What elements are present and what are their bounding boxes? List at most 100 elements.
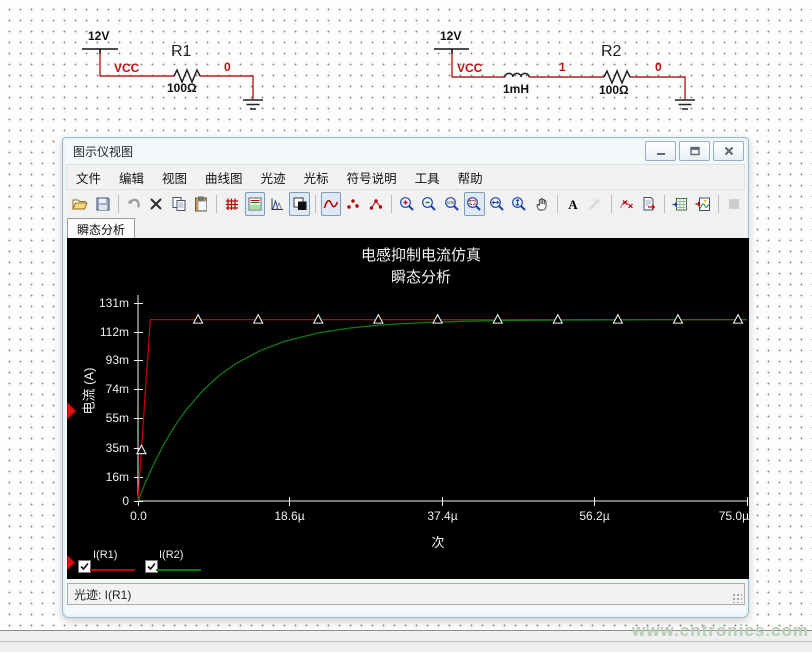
l1-value-label: 1mH xyxy=(503,82,529,96)
menu-item-2[interactable]: 视图 xyxy=(153,166,196,189)
tab-strip: 瞬态分析 xyxy=(66,218,745,239)
black-white-button[interactable] xyxy=(289,192,309,216)
toolbar-separator xyxy=(664,195,665,213)
open-button[interactable] xyxy=(70,192,90,216)
toolbar-separator xyxy=(611,195,612,213)
inductor-l1[interactable] xyxy=(505,73,529,77)
y-tick-1: 16m xyxy=(67,470,129,484)
net-vcc2-label: VCC xyxy=(457,61,482,75)
zoom-in-icon xyxy=(399,196,415,212)
ground-symbol-1[interactable] xyxy=(243,100,263,109)
legend-button[interactable] xyxy=(245,192,265,216)
net-vcc1-label: VCC xyxy=(114,61,139,75)
y-tick-2: 35m xyxy=(67,441,129,455)
grid-icon xyxy=(224,196,240,212)
toolbar-separator xyxy=(718,195,719,213)
zoom-area-button[interactable] xyxy=(464,192,484,216)
chart-area[interactable]: 电感抑制电流仿真 瞬态分析 电流 (A) 次 I(R1) I(R2) xyxy=(67,238,749,579)
legend-label-ir2: I(R2) xyxy=(159,549,183,561)
export-data-button[interactable] xyxy=(639,192,659,216)
menu-item-3[interactable]: 曲线图 xyxy=(196,166,252,189)
r2-value-label: 100Ω xyxy=(599,83,629,97)
restore-icon xyxy=(689,145,701,157)
legend-swatch-ir2 xyxy=(156,569,201,571)
menu-item-5[interactable]: 光标 xyxy=(295,166,338,189)
export-data-icon xyxy=(641,196,657,212)
net-0-label-2: 0 xyxy=(655,60,662,74)
chart-plot[interactable] xyxy=(67,238,749,579)
y-tick-7: 131m xyxy=(67,296,129,310)
title-bar[interactable]: 图示仪视图 xyxy=(63,138,748,164)
x-tick-2: 37.4µ xyxy=(413,509,473,523)
menu-item-6[interactable]: 符号说明 xyxy=(338,166,406,189)
watermark: www.cntronics.com xyxy=(632,621,809,641)
zoom-x-button[interactable] xyxy=(487,192,507,216)
zoom-y-button[interactable] xyxy=(509,192,529,216)
x-tick-4: 75.0µ xyxy=(689,509,749,523)
cursors-button[interactable] xyxy=(616,192,636,216)
status-text: 光迹: I(R1) xyxy=(68,586,732,603)
check-icon xyxy=(147,562,156,571)
tab-transient-analysis[interactable]: 瞬态分析 xyxy=(67,218,135,239)
export-graph-button[interactable] xyxy=(692,192,712,216)
zoom-100-button[interactable]: 100 xyxy=(442,192,462,216)
pan-hand-icon xyxy=(534,196,550,212)
maximize-button[interactable] xyxy=(679,141,710,161)
text-edit-button[interactable] xyxy=(585,192,605,216)
delete-button[interactable] xyxy=(146,192,166,216)
save-button[interactable] xyxy=(92,192,112,216)
close-button[interactable] xyxy=(713,141,744,161)
text-button[interactable]: A xyxy=(563,192,583,216)
resize-grip[interactable] xyxy=(732,593,742,603)
paste-button[interactable] xyxy=(191,192,211,216)
zoom-out-icon xyxy=(421,196,437,212)
line-dot-mode-button[interactable] xyxy=(366,192,386,216)
dots-icon xyxy=(345,196,361,212)
menu-item-8[interactable]: 帮助 xyxy=(449,166,492,189)
undo-icon xyxy=(126,196,142,212)
series-I(R1)[interactable] xyxy=(138,320,747,501)
supply2-label: 12V xyxy=(440,29,461,43)
dot-mode-button[interactable] xyxy=(343,192,363,216)
y-tick-0: 0 xyxy=(67,494,129,508)
zoom-out-button[interactable] xyxy=(419,192,439,216)
minimize-button[interactable] xyxy=(645,141,676,161)
legend-checkbox-ir1[interactable] xyxy=(78,560,91,573)
text-icon: A xyxy=(565,196,581,212)
legend-trace-arrow-icon xyxy=(67,555,76,571)
close-icon xyxy=(723,145,735,157)
power-symbols xyxy=(82,49,469,54)
window-title: 图示仪视图 xyxy=(73,143,642,160)
zoom-y-icon xyxy=(511,196,527,212)
black-white-icon xyxy=(292,196,308,212)
legend-checkbox-ir2[interactable] xyxy=(145,560,158,573)
stop-icon xyxy=(726,196,742,212)
text-edit-icon xyxy=(587,196,603,212)
resistor-r2[interactable] xyxy=(604,71,630,83)
r2-ref-label: R2 xyxy=(601,43,621,61)
traces-button[interactable] xyxy=(267,192,287,216)
svg-text:A: A xyxy=(568,197,578,212)
ground-symbol-2[interactable] xyxy=(675,100,695,109)
pan-button[interactable] xyxy=(531,192,551,216)
line-dots-icon xyxy=(368,196,384,212)
menu-item-4[interactable]: 光迹 xyxy=(252,166,295,189)
stop-button[interactable] xyxy=(724,192,744,216)
undo-button[interactable] xyxy=(124,192,144,216)
menu-item-7[interactable]: 工具 xyxy=(406,166,449,189)
series-I(R2)[interactable] xyxy=(138,320,747,501)
check-icon xyxy=(80,562,89,571)
r1-value-label: 100Ω xyxy=(167,81,197,95)
net-0-label-1: 0 xyxy=(224,60,231,74)
export-excel-button[interactable] xyxy=(670,192,690,216)
menu-item-1[interactable]: 编辑 xyxy=(110,166,153,189)
legend-swatch-ir1 xyxy=(90,569,135,571)
legend-icon xyxy=(247,196,263,212)
line-mode-button[interactable] xyxy=(321,192,341,216)
grid-button[interactable] xyxy=(222,192,242,216)
copy-button[interactable] xyxy=(169,192,189,216)
toolbar: 100 A xyxy=(66,190,745,218)
zoom-in-button[interactable] xyxy=(397,192,417,216)
export-excel-icon xyxy=(672,196,688,212)
menu-item-0[interactable]: 文件 xyxy=(67,166,110,189)
